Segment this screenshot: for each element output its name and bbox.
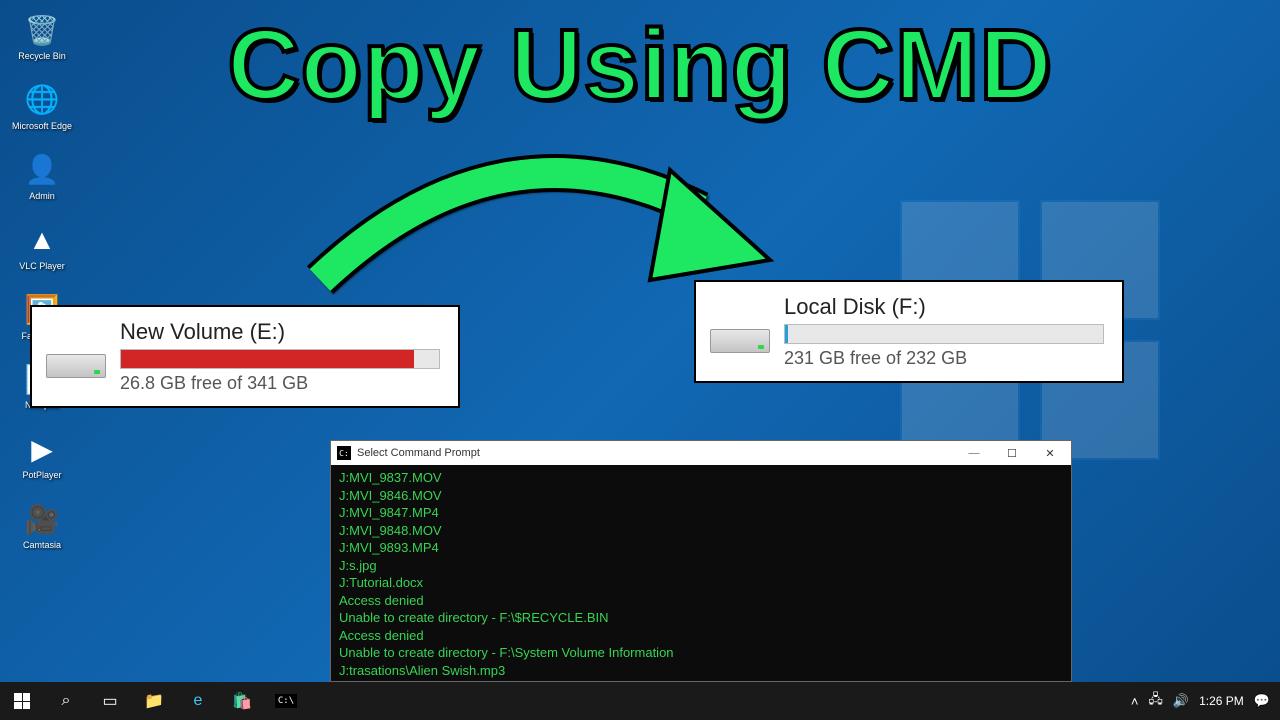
cmd-output-line: J:MVI_9848.MOV — [339, 522, 1063, 540]
close-button[interactable]: ✕ — [1031, 442, 1069, 464]
desktop-icon-glyph: 🎥 — [22, 499, 62, 539]
drive-f-free-text: 231 GB free of 232 GB — [784, 348, 1104, 369]
cmd-output-line: Unable to create directory - F:\$RECYCLE… — [339, 609, 1063, 627]
cmd-output-line: J:Tutorial.docx — [339, 574, 1063, 592]
taskbar-clock[interactable]: 1:26 PM — [1199, 694, 1244, 708]
hard-drive-icon — [710, 311, 770, 353]
taskbar-app-cmd[interactable]: C:\ — [264, 682, 308, 720]
cmd-output-line: J:trasations\Bassy Swoosh.wav — [339, 680, 1063, 681]
network-icon[interactable]: 🖧 — [1148, 690, 1163, 712]
cmd-output-line: J:MVI_9847.MP4 — [339, 504, 1063, 522]
desktop-icon-label: VLC Player — [19, 262, 65, 272]
tray-chevron-icon[interactable]: ˄ — [1131, 694, 1139, 709]
desktop-icon-glyph: 👤 — [22, 150, 62, 190]
cmd-taskbar-icon: C:\ — [275, 694, 297, 708]
desktop-icon-glyph: 🗑️ — [22, 10, 62, 50]
folder-icon: 📁 — [144, 691, 164, 711]
desktop-icon[interactable]: 👤 Admin — [10, 150, 74, 202]
drive-card-f: Local Disk (F:) 231 GB free of 232 GB — [694, 280, 1124, 383]
maximize-button[interactable]: ☐ — [993, 442, 1031, 464]
hard-drive-icon — [46, 336, 106, 378]
cmd-titlebar[interactable]: C: Select Command Prompt — ☐ ✕ — [331, 441, 1071, 465]
cmd-output-line: J:MVI_9837.MOV — [339, 469, 1063, 487]
desktop-icon[interactable]: 🎥 Camtasia — [10, 499, 74, 551]
minimize-button[interactable]: — — [955, 442, 993, 464]
desktop-icon-glyph: 🌐 — [22, 80, 62, 120]
task-view-button[interactable]: ▭ — [88, 682, 132, 720]
drive-e-usage-bar — [120, 349, 440, 369]
headline-text: Copy Using CMD — [227, 8, 1052, 123]
cmd-output[interactable]: J:MVI_9837.MOVJ:MVI_9846.MOVJ:MVI_9847.M… — [331, 465, 1071, 681]
desktop-icon[interactable]: ▲ VLC Player — [10, 220, 74, 272]
windows-icon — [14, 693, 30, 709]
desktop-icons-column: 🗑️ Recycle Bin 🌐 Microsoft Edge 👤 Admin ▲ V… — [10, 10, 74, 551]
drive-e-name: New Volume (E:) — [120, 319, 440, 345]
desktop-icon-glyph: ▶ — [22, 429, 62, 469]
cmd-output-line: J:trasations\Alien Swish.mp3 — [339, 662, 1063, 680]
system-tray[interactable]: ˄ 🖧 🔊 1:26 PM 💬 — [1127, 690, 1280, 712]
edge-icon: e — [194, 692, 203, 710]
drive-e-free-text: 26.8 GB free of 341 GB — [120, 373, 440, 394]
notifications-icon[interactable]: 💬 — [1254, 693, 1270, 709]
desktop-icon[interactable]: 🗑️ Recycle Bin — [10, 10, 74, 62]
drive-f-usage-bar — [784, 324, 1104, 344]
cmd-output-line: Access denied — [339, 592, 1063, 610]
volume-icon[interactable]: 🔊 — [1173, 693, 1189, 709]
task-view-icon: ▭ — [102, 691, 117, 711]
taskbar-app-explorer[interactable]: 📁 — [132, 682, 176, 720]
desktop-icon-label: Admin — [29, 192, 55, 202]
desktop-icon-label: Recycle Bin — [18, 52, 66, 62]
cmd-output-line: Access denied — [339, 627, 1063, 645]
cmd-output-line: J:MVI_9846.MOV — [339, 487, 1063, 505]
command-prompt-window[interactable]: C: Select Command Prompt — ☐ ✕ J:MVI_983… — [330, 440, 1072, 682]
search-button[interactable]: ⌕ — [44, 682, 88, 720]
cmd-output-line: J:s.jpg — [339, 557, 1063, 575]
desktop-icon-label: Camtasia — [23, 541, 61, 551]
cmd-icon: C: — [337, 446, 351, 460]
cmd-title: Select Command Prompt — [357, 447, 955, 459]
cmd-output-line: Unable to create directory - F:\System V… — [339, 644, 1063, 662]
store-icon: 🛍️ — [232, 691, 252, 711]
desktop-icon-label: PotPlayer — [22, 471, 61, 481]
search-icon: ⌕ — [62, 692, 71, 710]
desktop-icon[interactable]: 🌐 Microsoft Edge — [10, 80, 74, 132]
taskbar-app-edge[interactable]: e — [176, 682, 220, 720]
taskbar-app-store[interactable]: 🛍️ — [220, 682, 264, 720]
desktop-icon-glyph: ▲ — [22, 220, 62, 260]
desktop-icon-label: Microsoft Edge — [12, 122, 72, 132]
drive-f-name: Local Disk (F:) — [784, 294, 1104, 320]
start-button[interactable] — [0, 682, 44, 720]
drive-card-e: New Volume (E:) 26.8 GB free of 341 GB — [30, 305, 460, 408]
cmd-output-line: J:MVI_9893.MP4 — [339, 539, 1063, 557]
desktop-icon[interactable]: ▶ PotPlayer — [10, 429, 74, 481]
taskbar[interactable]: ⌕ ▭ 📁 e 🛍️ C:\ ˄ 🖧 🔊 1:26 PM 💬 — [0, 682, 1280, 720]
